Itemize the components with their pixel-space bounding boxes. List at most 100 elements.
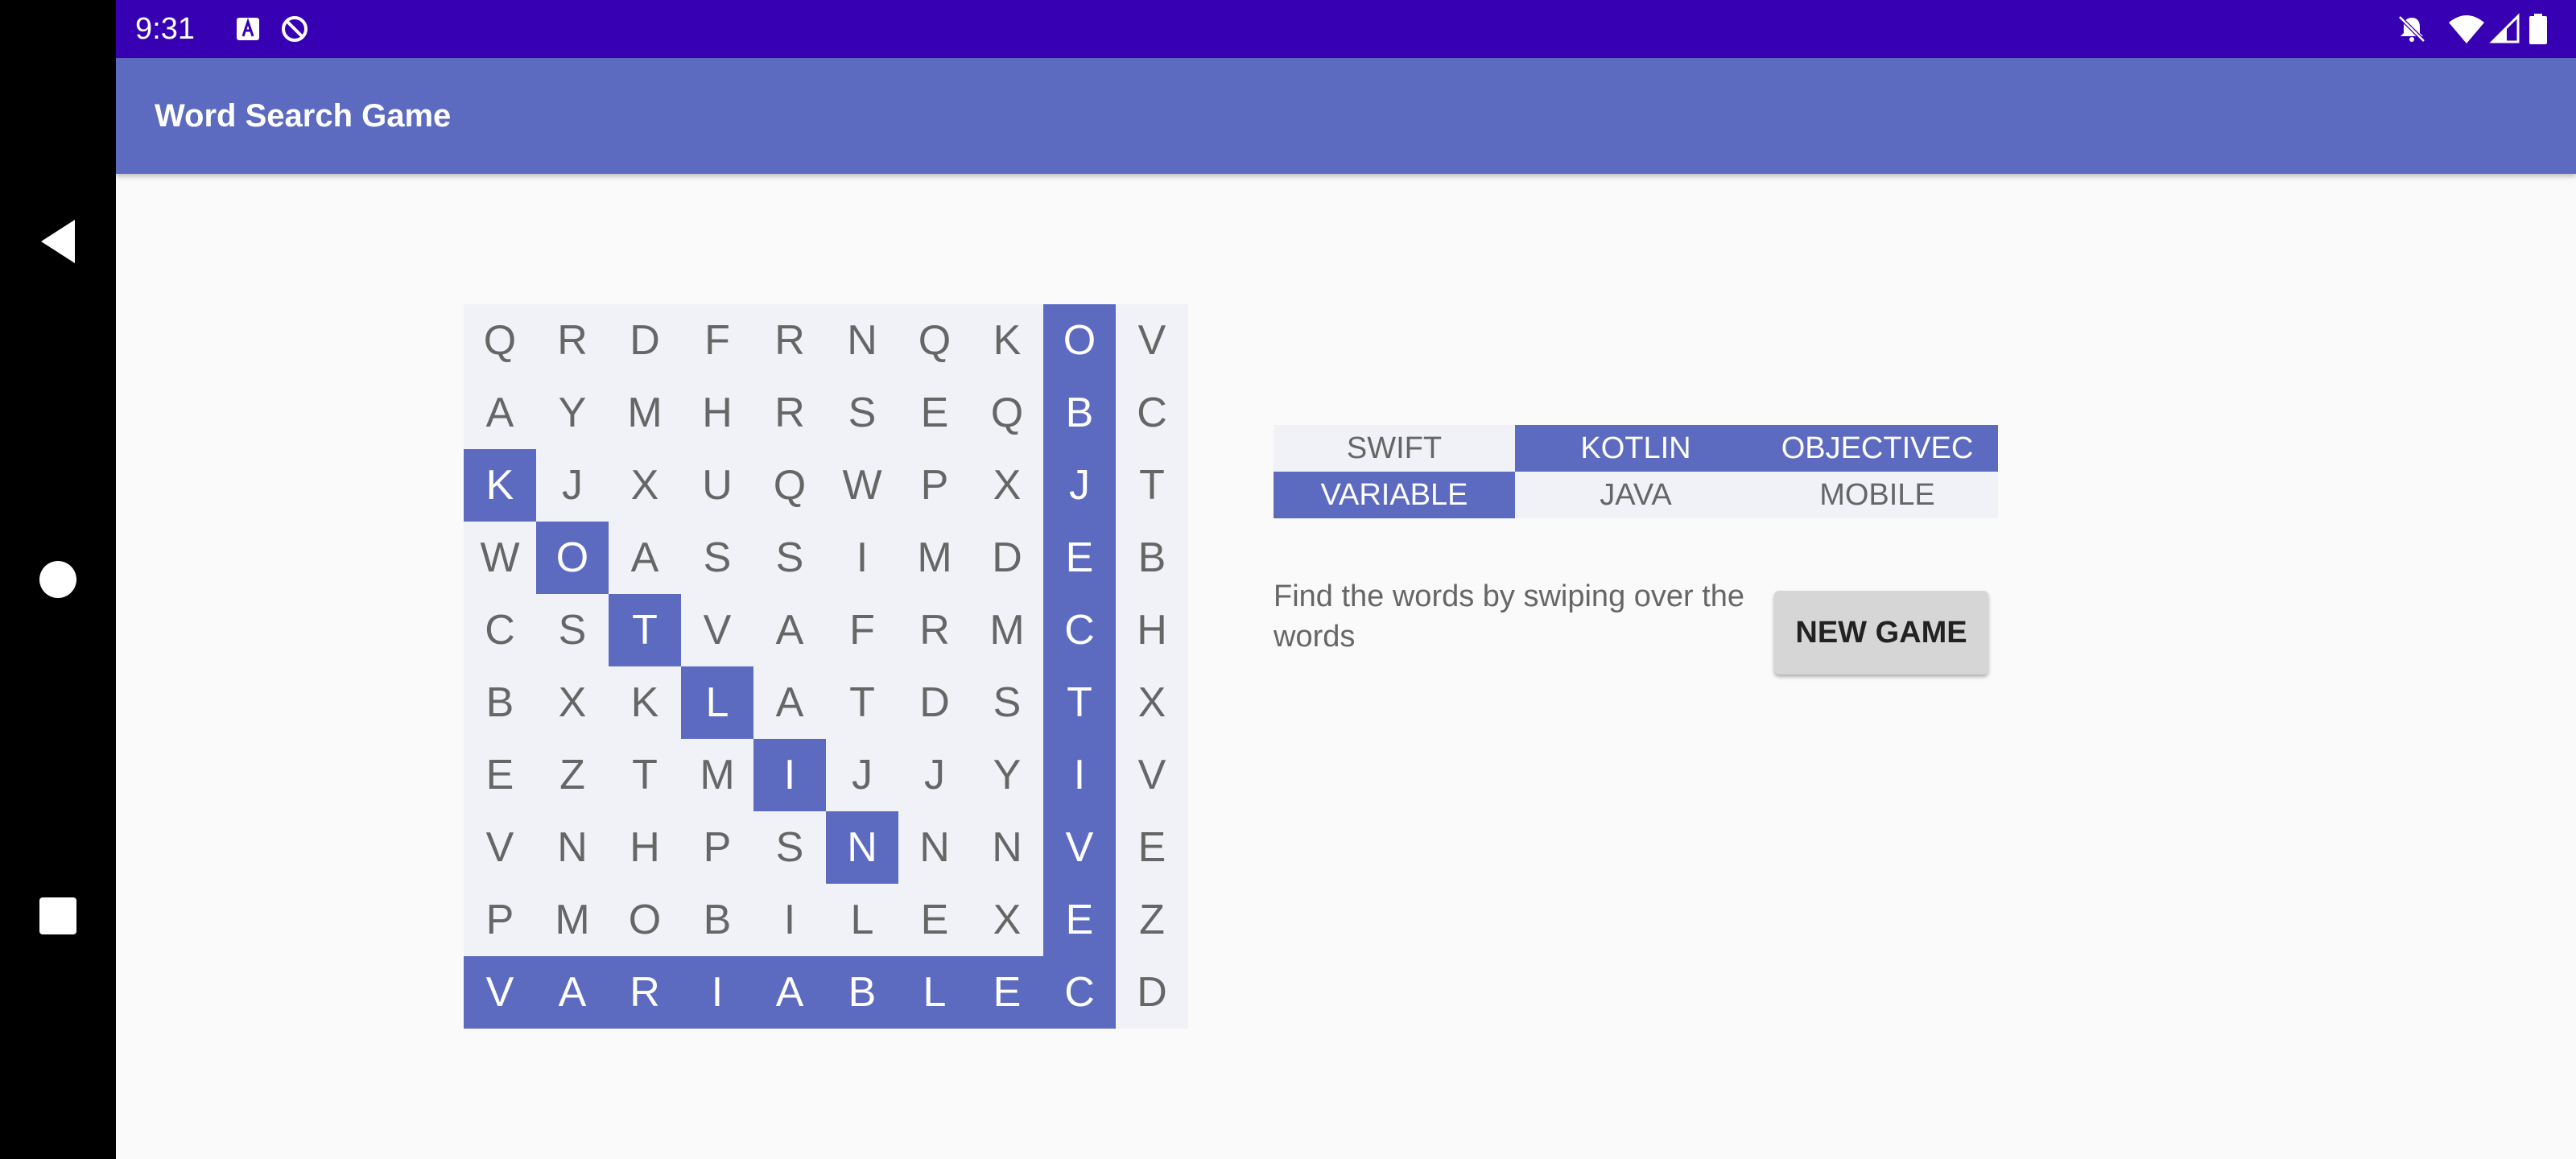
home-button[interactable] — [0, 507, 116, 652]
grid-cell[interactable]: E — [1043, 884, 1116, 956]
grid-cell[interactable]: C — [1043, 956, 1116, 1029]
grid-cell[interactable]: P — [681, 811, 753, 884]
grid-cell[interactable]: J — [536, 449, 609, 522]
grid-cell[interactable]: A — [464, 377, 536, 449]
grid-cell[interactable]: J — [1043, 449, 1116, 522]
grid-cell[interactable]: I — [826, 522, 898, 594]
grid-cell[interactable]: R — [753, 377, 826, 449]
grid-cell[interactable]: N — [971, 811, 1043, 884]
grid-cell[interactable]: Y — [536, 377, 609, 449]
grid-cell[interactable]: U — [681, 449, 753, 522]
grid-cell[interactable]: I — [753, 739, 826, 811]
grid-cell[interactable]: B — [681, 884, 753, 956]
recents-button[interactable] — [0, 843, 116, 988]
grid-cell[interactable]: V — [464, 956, 536, 1029]
grid-cell[interactable]: S — [536, 594, 609, 666]
grid-cell[interactable]: M — [971, 594, 1043, 666]
grid-cell[interactable]: J — [826, 739, 898, 811]
grid-cell[interactable]: T — [609, 594, 681, 666]
grid-cell[interactable]: A — [753, 594, 826, 666]
grid-cell[interactable]: T — [1116, 449, 1188, 522]
grid-cell[interactable]: F — [826, 594, 898, 666]
grid-cell[interactable]: E — [898, 377, 971, 449]
grid-cell[interactable]: Q — [971, 377, 1043, 449]
grid-cell[interactable]: B — [1043, 377, 1116, 449]
grid-cell[interactable]: E — [1116, 811, 1188, 884]
grid-cell[interactable]: V — [1043, 811, 1116, 884]
grid-cell[interactable]: V — [1116, 739, 1188, 811]
grid-cell[interactable]: W — [826, 449, 898, 522]
new-game-button[interactable]: NEW GAME — [1774, 591, 1988, 674]
grid-cell[interactable]: M — [898, 522, 971, 594]
grid-cell[interactable]: Z — [536, 739, 609, 811]
grid-cell[interactable]: R — [753, 304, 826, 377]
grid-cell[interactable]: C — [1043, 594, 1116, 666]
grid-cell[interactable]: R — [609, 956, 681, 1029]
grid-cell[interactable]: Z — [1116, 884, 1188, 956]
grid-cell[interactable]: W — [464, 522, 536, 594]
back-button[interactable] — [0, 169, 116, 314]
grid-cell[interactable]: S — [753, 522, 826, 594]
grid-cell[interactable]: H — [1116, 594, 1188, 666]
grid-cell[interactable]: N — [826, 811, 898, 884]
grid-cell[interactable]: E — [464, 739, 536, 811]
grid-cell[interactable]: C — [1116, 377, 1188, 449]
grid-cell[interactable]: P — [898, 449, 971, 522]
grid-cell[interactable]: D — [898, 666, 971, 739]
grid-cell[interactable]: D — [1116, 956, 1188, 1029]
grid-cell[interactable]: N — [898, 811, 971, 884]
grid-cell[interactable]: E — [898, 884, 971, 956]
grid-cell[interactable]: C — [464, 594, 536, 666]
grid-cell[interactable]: B — [1116, 522, 1188, 594]
grid-cell[interactable]: I — [1043, 739, 1116, 811]
grid-cell[interactable]: M — [681, 739, 753, 811]
grid-cell[interactable]: E — [971, 956, 1043, 1029]
grid-cell[interactable]: O — [1043, 304, 1116, 377]
grid-cell[interactable]: X — [1116, 666, 1188, 739]
grid-cell[interactable]: A — [609, 522, 681, 594]
grid-cell[interactable]: T — [609, 739, 681, 811]
grid-cell[interactable]: L — [826, 884, 898, 956]
grid-cell[interactable]: A — [536, 956, 609, 1029]
grid-cell[interactable]: X — [971, 884, 1043, 956]
grid-cell[interactable]: F — [681, 304, 753, 377]
grid-cell[interactable]: M — [609, 377, 681, 449]
grid-cell[interactable]: S — [971, 666, 1043, 739]
grid-cell[interactable]: R — [536, 304, 609, 377]
grid-cell[interactable]: O — [609, 884, 681, 956]
grid-cell[interactable]: J — [898, 739, 971, 811]
grid-cell[interactable]: Y — [971, 739, 1043, 811]
grid-cell[interactable]: D — [609, 304, 681, 377]
grid-cell[interactable]: B — [826, 956, 898, 1029]
grid-cell[interactable]: S — [826, 377, 898, 449]
grid-cell[interactable]: I — [681, 956, 753, 1029]
grid-cell[interactable]: V — [464, 811, 536, 884]
grid-cell[interactable]: K — [609, 666, 681, 739]
grid-cell[interactable]: N — [826, 304, 898, 377]
grid-cell[interactable]: H — [681, 377, 753, 449]
grid-cell[interactable]: V — [681, 594, 753, 666]
grid-cell[interactable]: I — [753, 884, 826, 956]
grid-cell[interactable]: S — [753, 811, 826, 884]
grid-cell[interactable]: X — [971, 449, 1043, 522]
grid-cell[interactable]: Q — [753, 449, 826, 522]
grid-cell[interactable]: O — [536, 522, 609, 594]
letter-grid[interactable]: QRDFRNQKOVAYMHRSEQBCKJXUQWPXJTWOASSIMDEB… — [464, 304, 1188, 1029]
grid-cell[interactable]: P — [464, 884, 536, 956]
grid-cell[interactable]: A — [753, 956, 826, 1029]
grid-cell[interactable]: D — [971, 522, 1043, 594]
grid-cell[interactable]: R — [898, 594, 971, 666]
grid-cell[interactable]: X — [536, 666, 609, 739]
grid-cell[interactable]: K — [464, 449, 536, 522]
grid-cell[interactable]: A — [753, 666, 826, 739]
grid-cell[interactable]: B — [464, 666, 536, 739]
grid-cell[interactable]: T — [826, 666, 898, 739]
grid-cell[interactable]: S — [681, 522, 753, 594]
grid-cell[interactable]: K — [971, 304, 1043, 377]
grid-cell[interactable]: V — [1116, 304, 1188, 377]
grid-cell[interactable]: Q — [898, 304, 971, 377]
grid-cell[interactable]: L — [898, 956, 971, 1029]
grid-cell[interactable]: X — [609, 449, 681, 522]
grid-cell[interactable]: E — [1043, 522, 1116, 594]
grid-cell[interactable]: M — [536, 884, 609, 956]
